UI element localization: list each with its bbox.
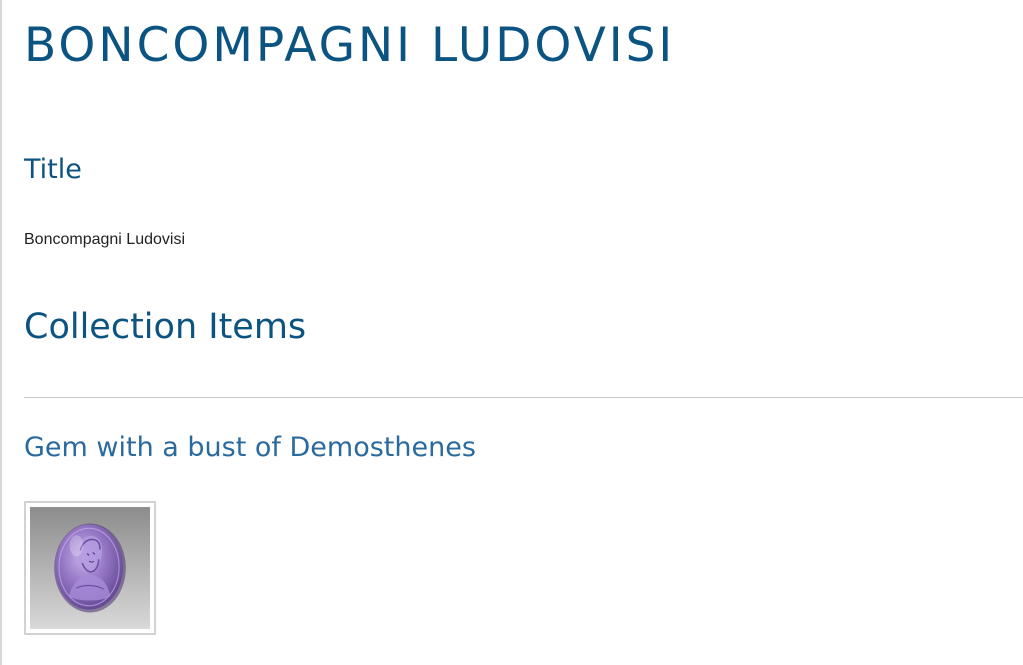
collection-item-thumbnail[interactable] bbox=[24, 501, 156, 635]
field-value-title: Boncompagni Ludovisi bbox=[24, 231, 185, 248]
collection-item-title-link[interactable]: Gem with a bust of Demosthenes bbox=[24, 432, 476, 464]
field-label-title: Title bbox=[24, 154, 82, 185]
amethyst-gem-bust-image bbox=[30, 507, 150, 629]
page-title: BONCOMPAGNI LUDOVISI bbox=[24, 18, 676, 73]
left-border bbox=[0, 0, 2, 665]
divider bbox=[24, 397, 1023, 398]
collection-items-heading: Collection Items bbox=[24, 307, 307, 347]
